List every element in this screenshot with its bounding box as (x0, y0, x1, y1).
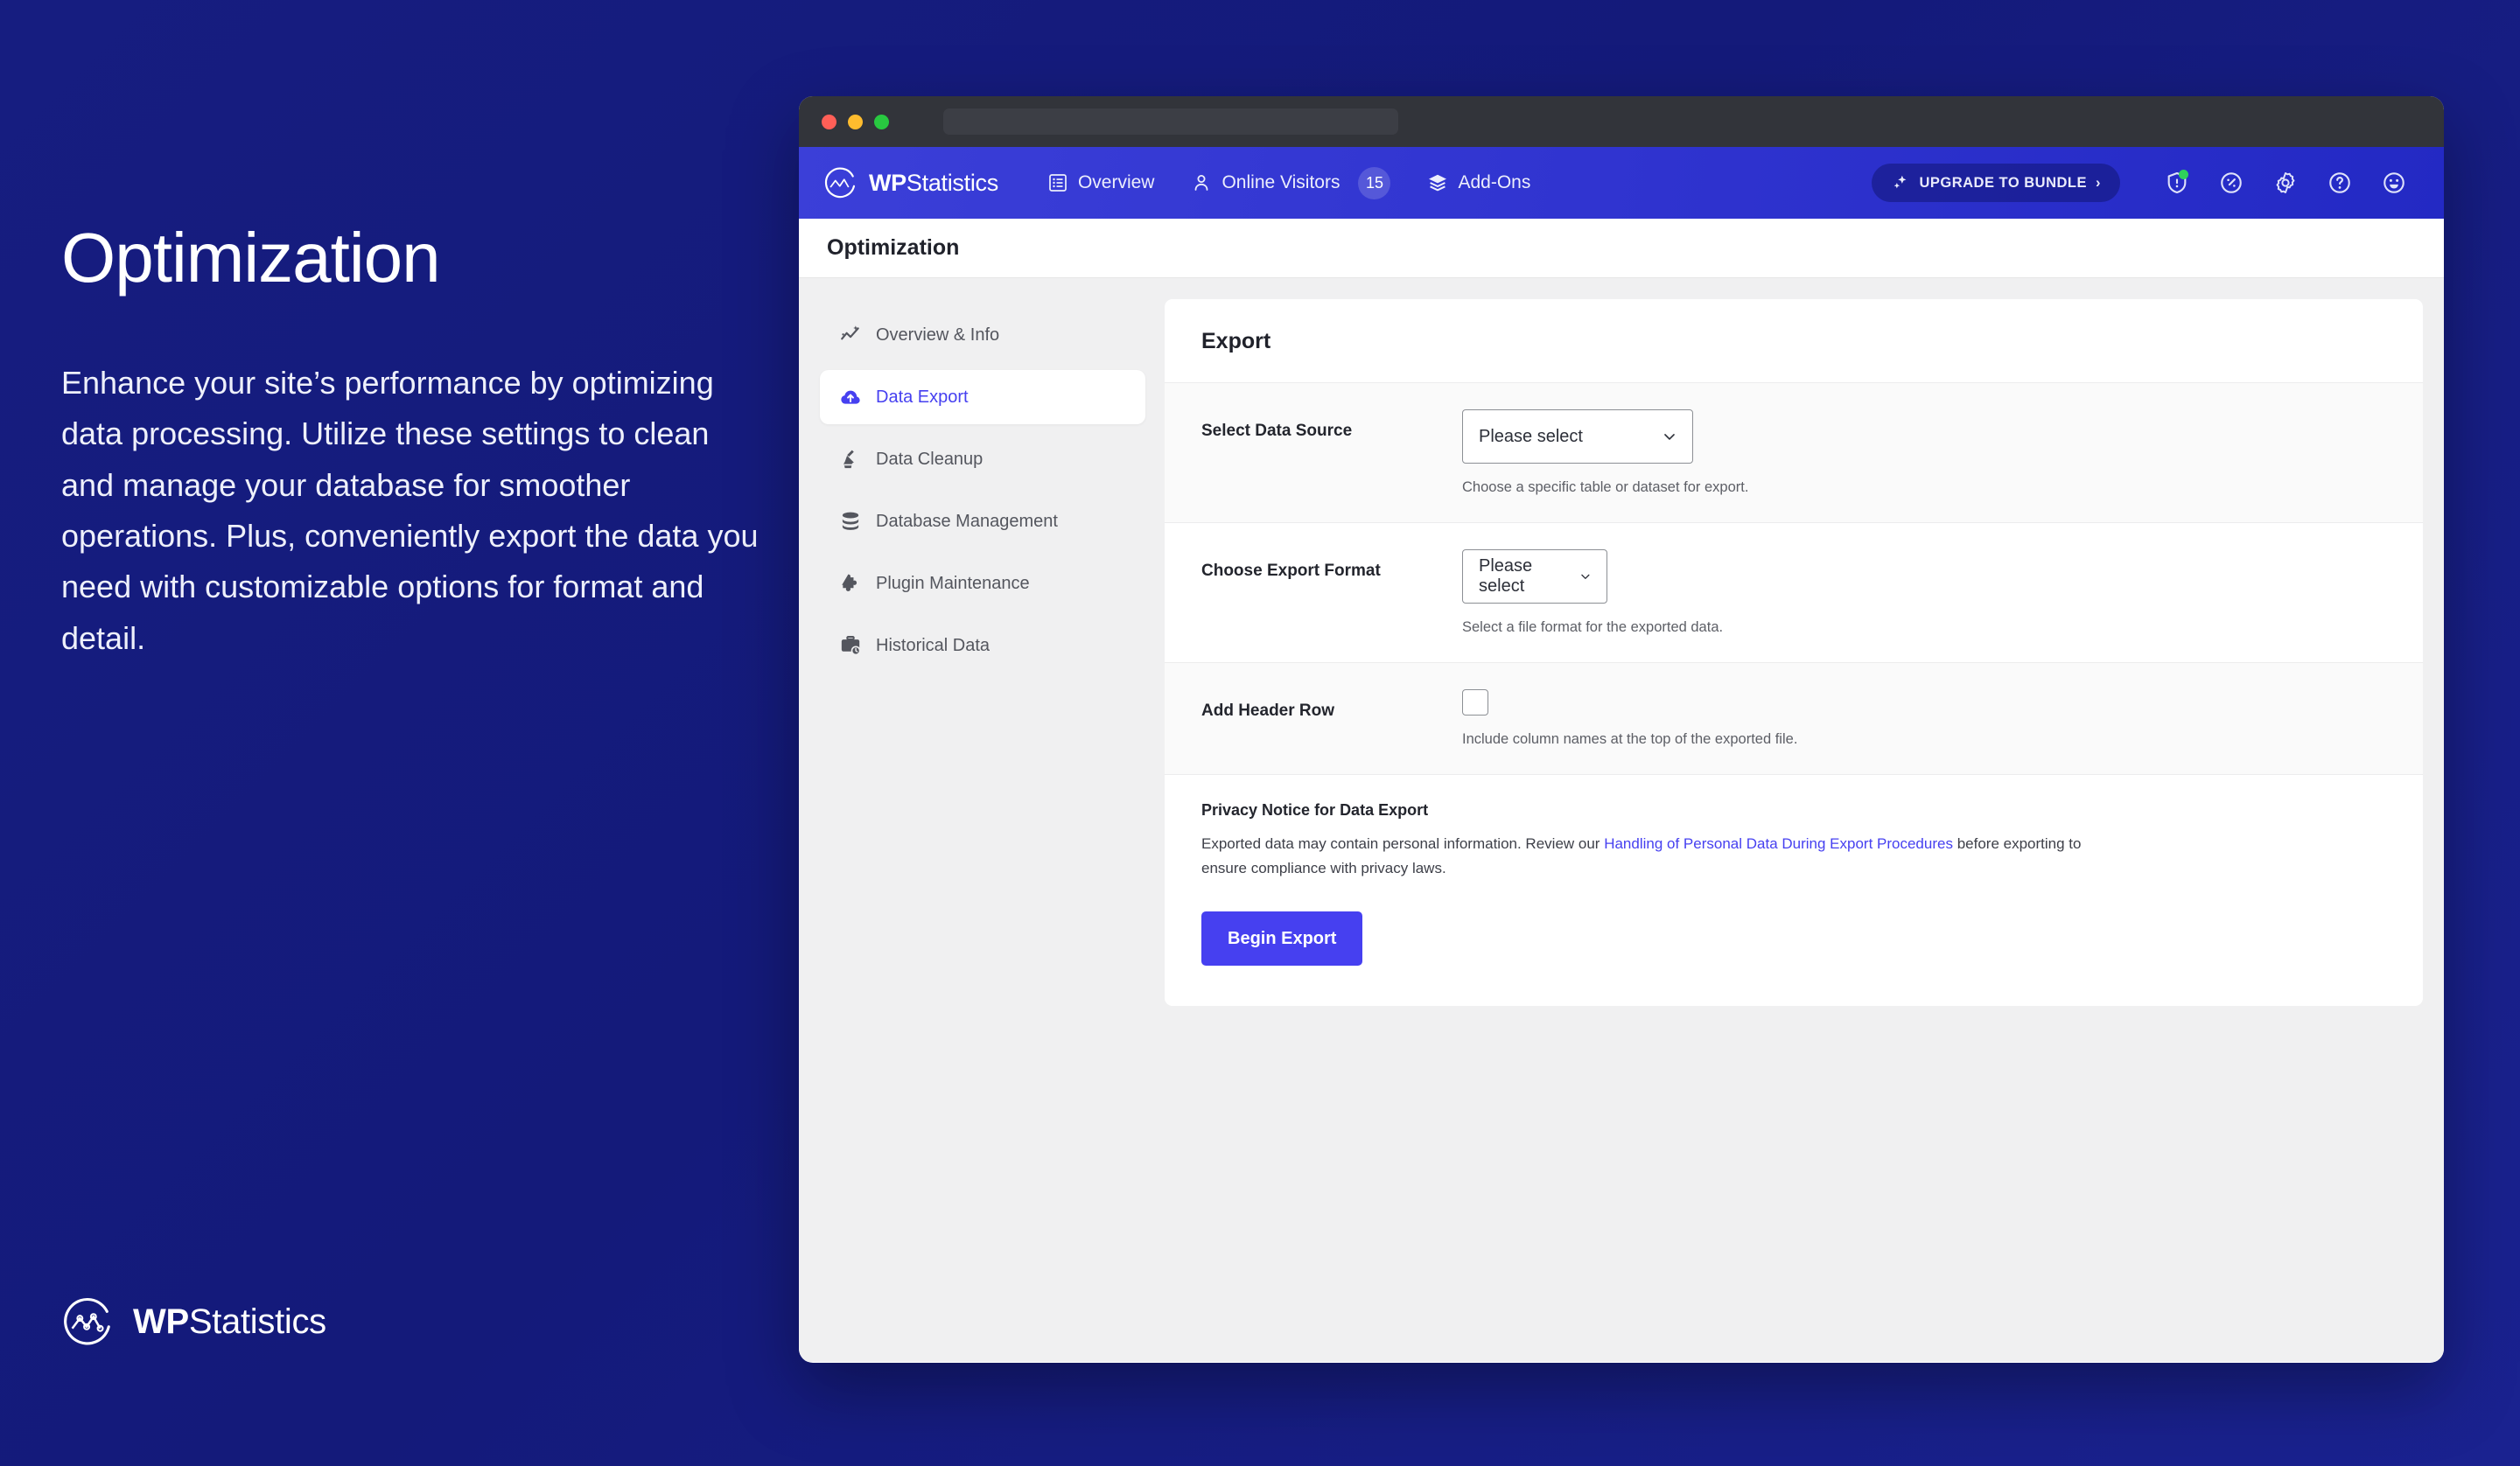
nav-item-overview[interactable]: Overview (1047, 172, 1155, 193)
promo-logo-text: WPStatistics (133, 1302, 326, 1342)
gear-icon (2276, 172, 2295, 193)
help-button[interactable] (2313, 161, 2367, 205)
sparkle-icon (1894, 175, 1907, 189)
promo-logo-bold: WP (133, 1302, 189, 1341)
promo-logo: WPStatistics (61, 1295, 326, 1349)
sidebar-label-overview-info: Overview & Info (876, 325, 1000, 345)
upgrade-to-bundle-button[interactable]: UPGRADE TO BUNDLE › (1872, 164, 2120, 202)
add-header-row-checkbox[interactable] (1462, 689, 1488, 716)
wp-statistics-logo-icon (64, 1297, 110, 1345)
puzzle-icon (842, 574, 858, 591)
app-brand-text: WPStatistics (869, 170, 998, 197)
sidebar-label-data-cleanup: Data Cleanup (876, 449, 984, 469)
feedback-button[interactable] (2367, 161, 2421, 205)
app-body: Overview & Info Data Export Data Cleanup (799, 278, 2444, 1362)
performance-button[interactable] (2204, 161, 2258, 205)
browser-window: WPStatistics Overview Online Visitors 15… (799, 96, 2444, 1363)
app-header: WPStatistics Overview Online Visitors 15… (799, 147, 2444, 219)
nav-label-add-ons: Add-Ons (1458, 172, 1531, 192)
sidebar-item-data-cleanup[interactable]: Data Cleanup (820, 432, 1145, 486)
shield-button[interactable] (2150, 161, 2204, 205)
privacy-policy-link[interactable]: Handling of Personal Data During Export … (1604, 835, 1953, 852)
settings-sidebar: Overview & Info Data Export Data Cleanup (820, 299, 1145, 1362)
chevron-down-icon (1581, 574, 1590, 579)
field-add-header-row: Include column names at the top of the e… (1462, 689, 2386, 748)
promo-logo-light: Statistics (188, 1302, 326, 1341)
close-window-button[interactable] (822, 114, 836, 129)
export-card: Export Select Data Source Please select … (1165, 299, 2423, 1007)
notification-dot-icon (2179, 170, 2188, 179)
export-format-select-value: Please select (1479, 556, 1533, 596)
form-row-export-format: Choose Export Format Please select Selec… (1165, 522, 2423, 662)
hint-export-format: Select a file format for the exported da… (1462, 619, 1724, 635)
user-icon (1195, 175, 1208, 191)
hint-data-source: Choose a specific table or dataset for e… (1462, 479, 1749, 495)
sidebar-item-data-export[interactable]: Data Export (820, 370, 1145, 424)
smiley-icon (2384, 172, 2404, 193)
sidebar-label-data-export: Data Export (876, 387, 969, 407)
page-title-bar: Optimization (799, 219, 2444, 278)
database-icon (842, 512, 859, 530)
help-icon (2329, 172, 2350, 193)
layers-icon (1429, 174, 1447, 192)
settings-button[interactable] (2258, 161, 2313, 205)
promo-description: Enhance your site’s performance by optim… (61, 365, 759, 656)
export-card-title: Export (1201, 329, 1271, 353)
form-row-add-header: Add Header Row Include column names at t… (1165, 662, 2423, 774)
briefcase-clock-icon (841, 636, 861, 656)
online-visitors-count-badge: 15 (1358, 166, 1391, 199)
field-select-data-source: Please select Choose a specific table or… (1462, 409, 2386, 496)
browser-titlebar (799, 96, 2444, 147)
broom-icon (844, 450, 854, 469)
promo-panel: Optimization Enhance your site’s perform… (61, 223, 761, 664)
sidebar-label-database-management: Database Management (876, 511, 1058, 531)
address-bar[interactable] (943, 108, 1398, 135)
label-add-header-row: Add Header Row (1201, 702, 1335, 720)
trend-sparkle-icon (841, 325, 859, 340)
nav-item-add-ons[interactable]: Add-Ons (1427, 172, 1530, 193)
header-actions: UPGRADE TO BUNDLE › (1872, 161, 2444, 205)
nav-label-online-visitors: Online Visitors (1222, 172, 1340, 192)
page-title: Optimization (827, 235, 960, 260)
export-card-header: Export (1165, 299, 2423, 382)
window-controls (822, 114, 889, 129)
app-brand[interactable]: WPStatistics (823, 165, 998, 200)
app-brand-bold: WP (869, 169, 906, 196)
sidebar-item-historical-data[interactable]: Historical Data (820, 618, 1145, 673)
export-format-select[interactable]: Please select (1462, 549, 1607, 604)
maximize-window-button[interactable] (874, 114, 889, 129)
main-navigation: Overview Online Visitors 15 Add-Ons (1047, 166, 1530, 199)
privacy-notice-title: Privacy Notice for Data Export (1201, 801, 1429, 819)
chevron-down-icon (1664, 434, 1675, 440)
nav-item-online-visitors[interactable]: Online Visitors 15 (1191, 166, 1391, 199)
sidebar-label-plugin-maintenance: Plugin Maintenance (876, 573, 1030, 593)
field-choose-export-format: Please select Select a file format for t… (1462, 549, 2386, 636)
promo-title: Optimization (61, 219, 441, 297)
sidebar-item-plugin-maintenance[interactable]: Plugin Maintenance (820, 556, 1145, 611)
speedometer-icon (2221, 172, 2242, 193)
list-icon (1049, 174, 1067, 192)
privacy-notice-text-before: Exported data may contain personal infor… (1201, 835, 1605, 852)
cloud-upload-icon (841, 390, 860, 404)
privacy-notice: Privacy Notice for Data Export Exported … (1165, 774, 2423, 1006)
wp-statistics-logo-icon (824, 167, 856, 199)
app-brand-light: Statistics (906, 169, 998, 196)
label-choose-export-format: Choose Export Format (1201, 562, 1381, 580)
upgrade-label: UPGRADE TO BUNDLE (1919, 174, 2087, 191)
privacy-notice-text: Exported data may contain personal infor… (1201, 832, 2103, 880)
sidebar-item-database-management[interactable]: Database Management (820, 494, 1145, 548)
data-source-select[interactable]: Please select (1462, 409, 1693, 464)
data-source-select-value: Please select (1479, 426, 1583, 446)
begin-export-button[interactable]: Begin Export (1201, 911, 1363, 967)
sidebar-item-overview-info[interactable]: Overview & Info (820, 308, 1145, 362)
hint-add-header-row: Include column names at the top of the e… (1462, 731, 1798, 747)
form-row-data-source: Select Data Source Please select Choose … (1165, 382, 2423, 522)
label-select-data-source: Select Data Source (1201, 422, 1353, 440)
nav-label-overview: Overview (1077, 172, 1155, 192)
minimize-window-button[interactable] (848, 114, 863, 129)
upgrade-chevron-icon: › (2096, 174, 2101, 191)
sidebar-label-historical-data: Historical Data (876, 635, 990, 655)
